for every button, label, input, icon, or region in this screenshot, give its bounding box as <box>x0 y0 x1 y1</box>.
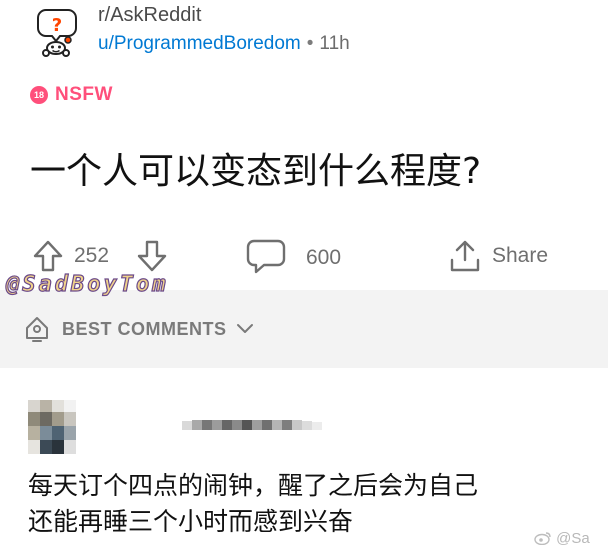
nsfw-18-icon: 18 <box>30 86 48 104</box>
nsfw-tag: 18 NSFW <box>30 84 113 106</box>
downvote-arrow-icon <box>137 240 167 272</box>
commenter-name-blurred[interactable] <box>182 418 332 437</box>
nsfw-label: NSFW <box>55 84 113 105</box>
comment-bubble-icon <box>246 239 286 274</box>
upvote-arrow-icon <box>33 240 63 272</box>
question-mascot-icon: ? <box>37 9 77 57</box>
post-time: 11h <box>319 33 350 54</box>
pixelated-username <box>182 420 322 430</box>
chevron-down-icon <box>236 324 253 333</box>
comment-sort-bar: BEST COMMENTS <box>0 290 608 368</box>
weibo-watermark: @Sa <box>534 530 590 547</box>
watermark-text: @SadBoyTom <box>5 271 169 297</box>
sort-label: BEST COMMENTS <box>62 318 227 339</box>
comment-line: 还能再睡三个小时而感到兴奋 <box>28 507 354 536</box>
share-label: Share <box>492 244 549 267</box>
upvote-button[interactable]: 252 <box>32 238 109 274</box>
comment-line: 每天订个四点的闹钟，醒了之后会为自己 <box>28 471 479 500</box>
subreddit-avatar[interactable]: ? <box>30 6 82 58</box>
bell-icon <box>26 317 48 342</box>
weibo-handle: @Sa <box>556 530 590 547</box>
post-header: ? r/AskReddit u/ProgrammedBoredom • 11h <box>0 0 608 64</box>
post-meta: u/ProgrammedBoredom • 11h <box>98 33 350 55</box>
author-link[interactable]: u/ProgrammedBoredom <box>98 33 301 54</box>
upvote-count: 252 <box>74 244 110 267</box>
comment-count: 600 <box>306 246 342 269</box>
post-title: 一个人可以变态到什么程度? <box>30 151 482 192</box>
comment-body: 每天订个四点的闹钟，醒了之后会为自己 还能再睡三个小时而感到兴奋 <box>28 468 608 540</box>
svg-text:?: ? <box>52 15 62 36</box>
pixelated-avatar <box>28 400 76 454</box>
weibo-icon <box>534 532 551 546</box>
share-icon <box>450 240 480 272</box>
sort-dropdown[interactable]: BEST COMMENTS <box>22 314 255 344</box>
subreddit-name[interactable]: r/AskReddit <box>98 4 201 27</box>
share-button[interactable]: Share <box>448 238 548 274</box>
commenter-avatar-blurred[interactable] <box>28 400 76 459</box>
downvote-button[interactable] <box>136 238 168 274</box>
comments-button[interactable] <box>246 238 286 274</box>
meta-separator: • <box>306 33 314 54</box>
